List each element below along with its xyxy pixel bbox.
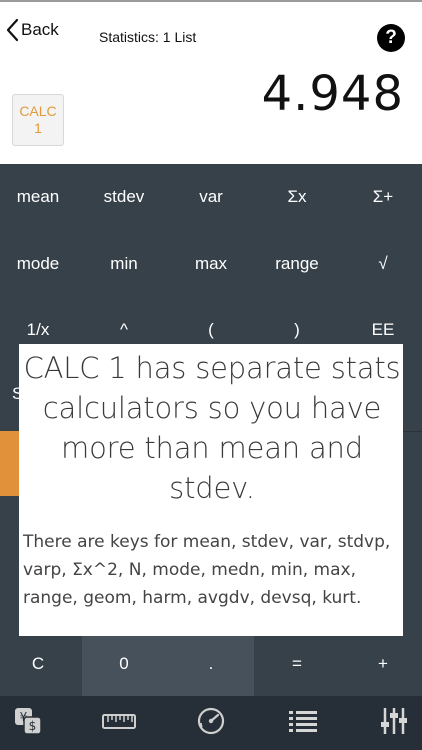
key-clear[interactable]: C [0,631,80,697]
key-sum-plus[interactable]: Σ+ [341,164,422,230]
back-label: Back [21,20,59,39]
key-mode[interactable]: mode [0,231,80,297]
tab-speed[interactable] [169,696,253,746]
tab-units[interactable] [77,696,161,746]
key-mean[interactable]: mean [0,164,80,230]
key-sum-x[interactable]: Σx [255,164,339,230]
key-min[interactable]: min [82,231,166,297]
result-display: 4.948 [261,66,404,122]
chevron-left-icon [6,18,19,42]
key-plus[interactable]: + [341,631,422,697]
top-border [0,0,422,2]
tab-currency[interactable]: ¥ $ [0,696,70,746]
tab-settings[interactable] [352,696,422,746]
help-icon[interactable]: ? [377,24,405,52]
orange-key-edge [0,431,20,496]
overlay-headline: CALC 1 has separate stats calculators so… [23,351,401,505]
calc-mode-line2: 1 [34,120,42,136]
svg-text:$: $ [29,719,37,733]
calc-mode-line1: CALC [19,103,57,119]
overlay-body: There are keys for mean, stdev, var, std… [23,532,391,608]
speedometer-icon [197,707,225,735]
calc-mode-button[interactable]: CALC 1 [12,94,64,146]
key-max[interactable]: max [169,231,253,297]
info-overlay: CALC 1 has separate stats calculators so… [19,344,403,636]
key-range[interactable]: range [255,231,339,297]
ruler-icon [102,714,136,729]
back-button[interactable]: Back [6,18,59,42]
key-sqrt[interactable]: √ [341,231,422,297]
screen-title: Statistics: 1 List [99,29,197,45]
key-equals[interactable]: = [255,631,339,697]
sliders-icon [381,708,407,734]
key-var[interactable]: var [169,164,253,230]
key-stdev[interactable]: stdev [82,164,166,230]
key-decimal[interactable]: . [169,631,253,697]
list-icon [289,711,317,732]
tab-bar: ¥ $ [0,696,422,750]
key-zero[interactable]: 0 [82,631,166,697]
currency-icon: ¥ $ [15,708,42,735]
tab-list[interactable] [261,696,345,746]
